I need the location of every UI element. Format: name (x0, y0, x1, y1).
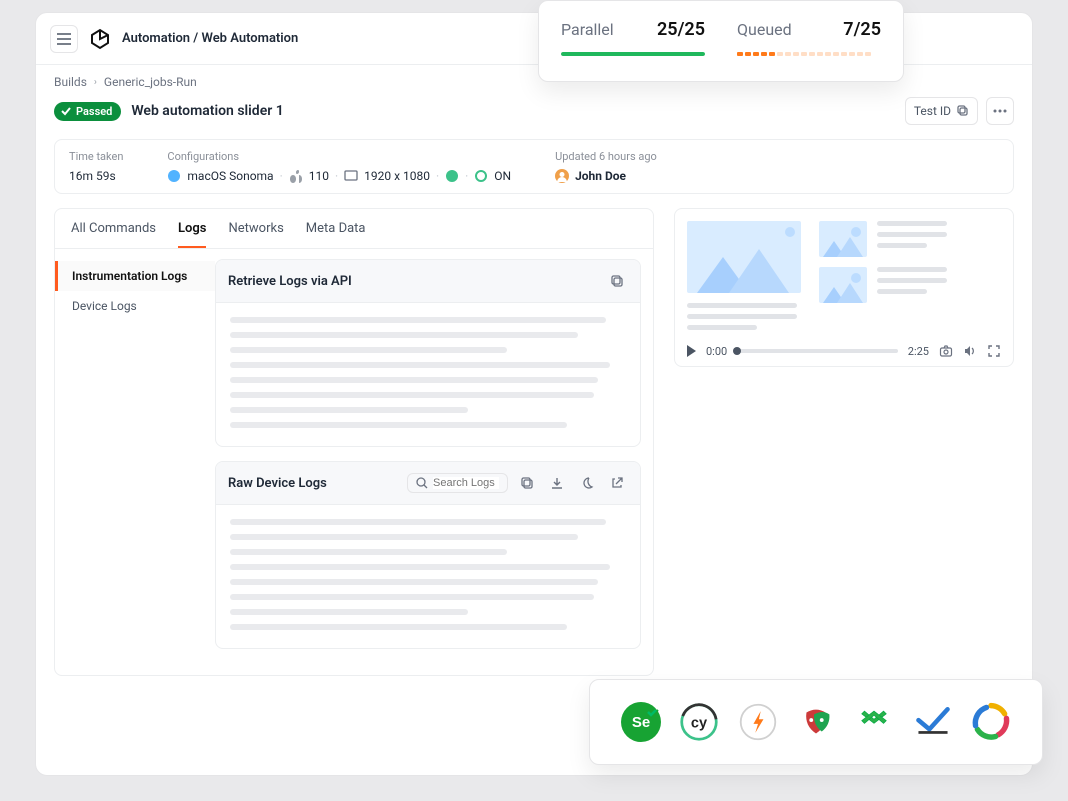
lightning-icon (736, 700, 780, 744)
fullscreen-button[interactable] (987, 344, 1001, 358)
local-status: ON (494, 169, 511, 183)
log-nav: Instrumentation Logs Device Logs (55, 249, 215, 665)
preview-thumb-small (819, 267, 867, 303)
browser-version: 110 (309, 169, 329, 183)
breadcrumb-leaf[interactable]: Generic_jobs-Run (104, 75, 197, 89)
preview-thumb-large (687, 221, 801, 293)
volume-button[interactable] (963, 344, 977, 358)
test-id-button[interactable]: Test ID (905, 97, 978, 125)
parallel-status: Parallel 25/25 (561, 19, 705, 65)
parallel-value: 25/25 (657, 19, 705, 40)
tab-all-commands[interactable]: All Commands (71, 221, 156, 248)
xctest-icon (852, 700, 896, 744)
external-icon (610, 476, 624, 490)
browser-icon (289, 169, 303, 183)
raw-logs-title: Raw Device Logs (228, 476, 327, 491)
chevron-right-icon: › (94, 77, 97, 88)
copy-icon (957, 105, 969, 117)
fullscreen-icon (987, 344, 1001, 358)
search-icon (416, 477, 428, 489)
queued-status: Queued 7/25 (737, 19, 881, 65)
check-icon (61, 106, 71, 116)
search-input[interactable] (433, 477, 499, 489)
user-value: John Doe (555, 169, 657, 183)
time-current: 0:00 (706, 345, 727, 358)
status-card: Parallel 25/25 Queued 7/25 (538, 0, 904, 82)
retrieve-logs-body (216, 303, 640, 446)
svg-text:cy: cy (691, 715, 707, 731)
header-breadcrumb: Automation / Web Automation (122, 31, 298, 46)
page-title: Web automation slider 1 (131, 103, 283, 119)
time-taken-value: 16m 59s (69, 169, 123, 183)
preview-thumb-small (819, 221, 867, 257)
queued-value: 7/25 (843, 19, 881, 40)
os-name: macOS Sonoma (187, 169, 273, 183)
resolution: 1920 x 1080 (364, 169, 430, 183)
time-duration: 2:25 (908, 345, 929, 358)
copy-button[interactable] (606, 270, 628, 292)
parallel-label: Parallel (561, 20, 614, 39)
dark-mode-button[interactable] (576, 472, 598, 494)
testng-icon (911, 700, 955, 744)
more-icon (993, 109, 1007, 113)
updated-label: Updated 6 hours ago (555, 150, 657, 163)
copy-icon (520, 476, 534, 490)
user-name: John Doe (575, 169, 626, 183)
preview-panel: 0:00 2:25 (674, 208, 1014, 367)
svg-text:Se: Se (632, 714, 650, 731)
tab-meta-data[interactable]: Meta Data (306, 221, 366, 248)
download-icon (550, 476, 564, 490)
search-logs[interactable] (407, 473, 508, 493)
config-label: Configurations (167, 150, 511, 163)
selenium-icon: Se (619, 700, 663, 744)
retrieve-logs-card: Retrieve Logs via API (215, 259, 641, 447)
volume-icon (963, 344, 977, 358)
raw-copy-button[interactable] (516, 472, 538, 494)
download-button[interactable] (546, 472, 568, 494)
avatar (555, 169, 569, 183)
copy-icon (610, 274, 624, 288)
test-id-label: Test ID (914, 104, 951, 118)
info-strip: Time taken 16m 59s Configurations macOS … (54, 139, 1014, 194)
left-panel: All Commands Logs Networks Meta Data Ins… (54, 208, 654, 676)
screenshot-button[interactable] (939, 344, 953, 358)
open-external-button[interactable] (606, 472, 628, 494)
parallel-progress (561, 52, 705, 56)
local-icon (474, 169, 488, 183)
status-text: Passed (76, 105, 112, 118)
camera-icon (939, 344, 953, 358)
queued-label: Queued (737, 20, 792, 39)
raw-device-logs-card: Raw Device Logs (215, 461, 641, 649)
log-nav-instrumentation[interactable]: Instrumentation Logs (55, 261, 215, 291)
log-nav-device[interactable]: Device Logs (55, 291, 215, 321)
resolution-icon (344, 169, 358, 183)
more-menu-button[interactable] (986, 97, 1014, 125)
moon-icon (580, 476, 594, 490)
retrieve-logs-title: Retrieve Logs via API (228, 274, 352, 289)
tabs: All Commands Logs Networks Meta Data (55, 209, 653, 249)
cypress-icon: cy (677, 700, 721, 744)
seek-bar[interactable] (737, 349, 898, 353)
video-player: 0:00 2:25 (687, 344, 1001, 358)
os-icon (167, 169, 181, 183)
frameworks-card: Se cy (589, 679, 1043, 765)
status-badge: Passed (54, 102, 121, 121)
time-taken-label: Time taken (69, 150, 123, 163)
globe-icon (445, 169, 459, 183)
tab-logs[interactable]: Logs (178, 221, 206, 248)
appium-icon (969, 700, 1013, 744)
app-window: Automation / Web Automation Builds › Gen… (35, 12, 1033, 776)
raw-logs-body (216, 505, 640, 648)
logo-icon (88, 27, 112, 51)
playwright-icon (794, 700, 838, 744)
tab-networks[interactable]: Networks (228, 221, 283, 248)
breadcrumb-root[interactable]: Builds (54, 75, 87, 89)
queued-progress (737, 52, 881, 56)
play-button[interactable] (687, 345, 696, 357)
hamburger-button[interactable] (50, 25, 78, 53)
config-values: macOS Sonoma · 110 · 1920 x 1080 · · ON (167, 169, 511, 183)
